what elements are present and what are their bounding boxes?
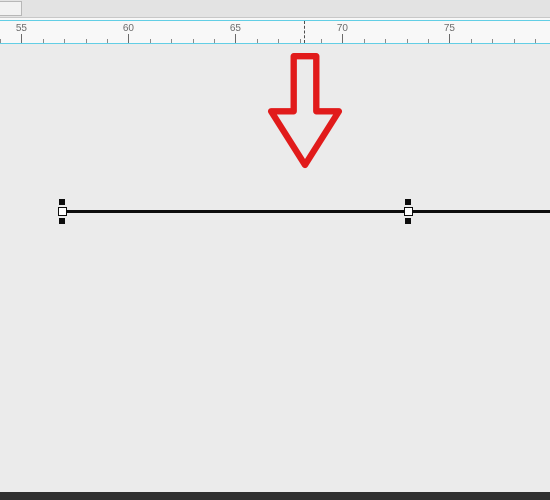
anchor-point[interactable] [59, 208, 66, 215]
ruler-tick [300, 39, 301, 43]
ruler-inner: 556065707580 [0, 21, 550, 43]
selection-handle[interactable] [59, 199, 65, 205]
ruler-tick-label: 75 [444, 23, 455, 34]
ruler-ticks: 556065707580 [0, 21, 550, 43]
ruler-tick [235, 34, 236, 43]
ruler-tick [193, 39, 194, 43]
anchor-point[interactable] [405, 208, 412, 215]
ruler-tick [171, 39, 172, 43]
selection-handle[interactable] [59, 218, 65, 224]
ruler-tick [385, 39, 386, 43]
ruler-tick-label: 60 [123, 23, 134, 34]
ruler-tick-label: 65 [230, 23, 241, 34]
ruler-tick [257, 39, 258, 43]
status-bar-strip [0, 492, 550, 500]
ruler-tick [278, 39, 279, 43]
ruler-tick [342, 34, 343, 43]
selected-line-object[interactable] [0, 44, 550, 500]
ruler-tick [43, 39, 44, 43]
ruler-tick [0, 39, 1, 43]
ruler-tick [535, 39, 536, 43]
ruler-tick [21, 34, 22, 43]
toolbar-button-fragment[interactable] [0, 1, 22, 16]
playhead-cursor[interactable] [304, 21, 305, 43]
canvas[interactable] [0, 44, 550, 500]
selection-handle[interactable] [405, 199, 411, 205]
ruler-tick [321, 39, 322, 43]
line-path[interactable] [58, 210, 550, 213]
ruler-tick [449, 34, 450, 43]
ruler-tick [364, 39, 365, 43]
ruler-tick [150, 39, 151, 43]
ruler-tick [428, 39, 429, 43]
ruler-tick [492, 39, 493, 43]
ruler-tick-label: 55 [16, 23, 27, 34]
ruler-tick-label: 70 [337, 23, 348, 34]
timeline-ruler[interactable]: 556065707580 [0, 18, 550, 44]
selection-handle[interactable] [405, 218, 411, 224]
toolbar-strip [0, 0, 550, 18]
ruler-tick [128, 34, 129, 43]
ruler-tick [514, 39, 515, 43]
ruler-tick [64, 39, 65, 43]
ruler-tick [471, 39, 472, 43]
ruler-tick [214, 39, 215, 43]
ruler-tick [86, 39, 87, 43]
ruler-tick [407, 39, 408, 43]
ruler-tick [107, 39, 108, 43]
